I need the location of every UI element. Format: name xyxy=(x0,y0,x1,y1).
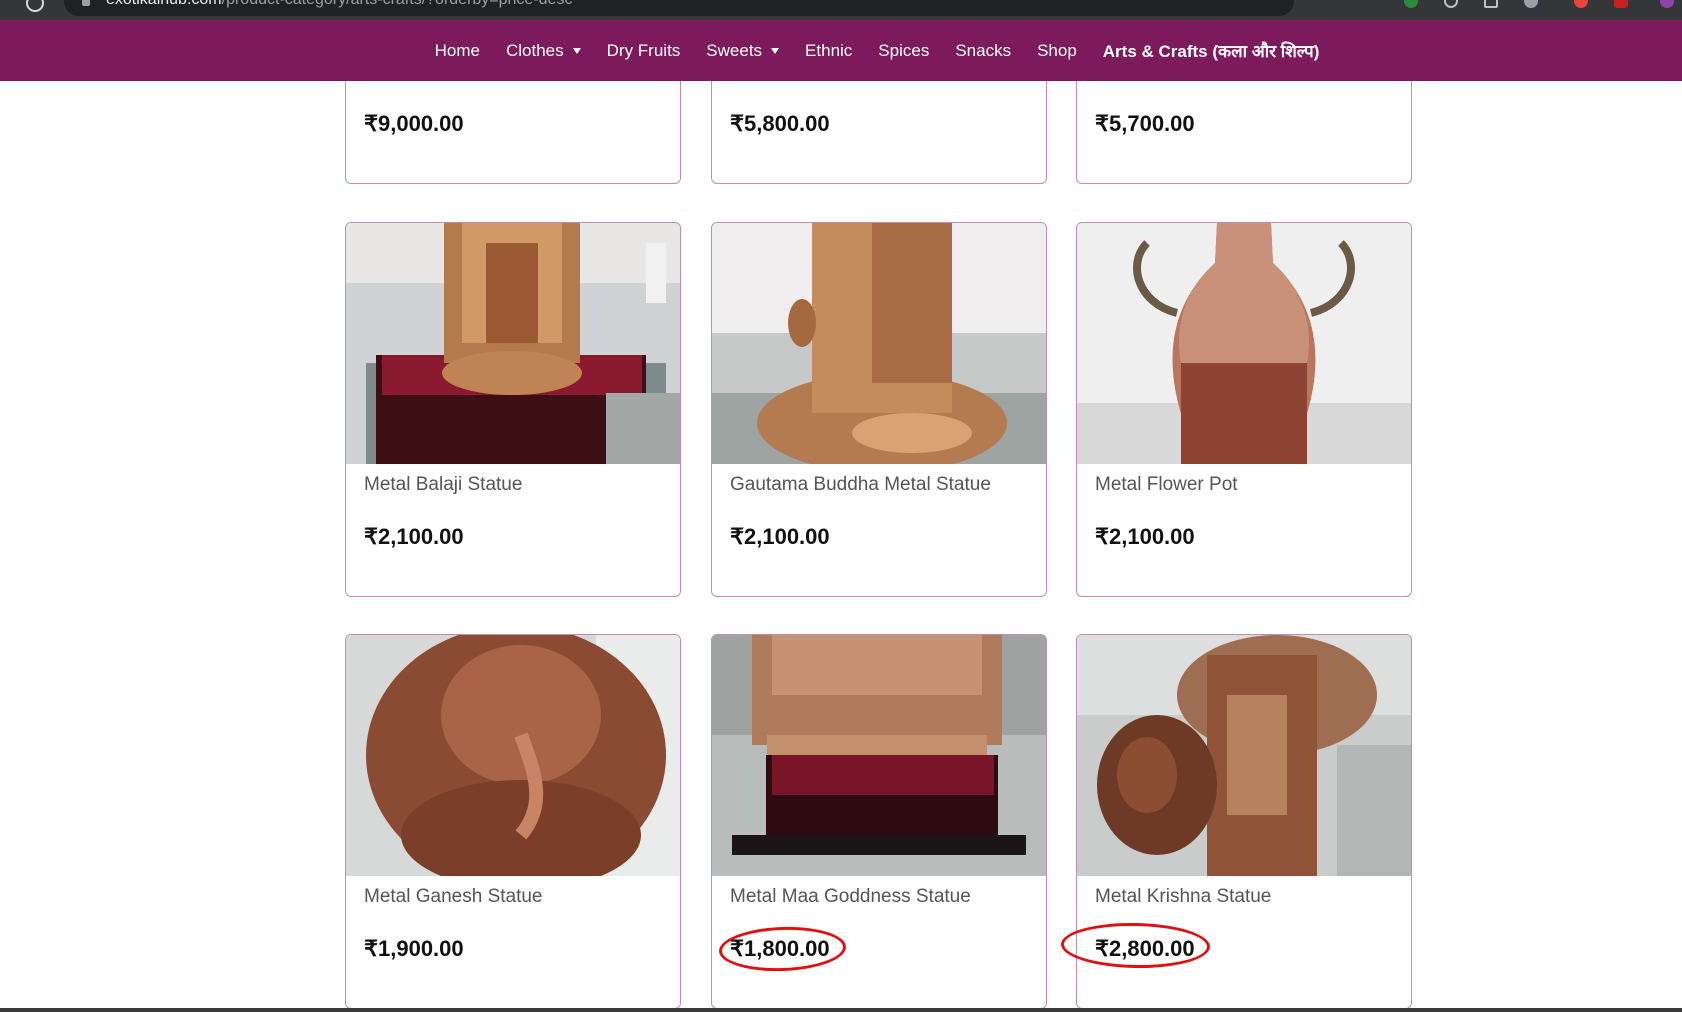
nav-item-clothes[interactable]: Clothes xyxy=(493,41,594,61)
extension-icon[interactable] xyxy=(1404,0,1418,8)
product-image-balaji[interactable] xyxy=(346,223,680,464)
product-title[interactable]: Metal Ganesh Statue xyxy=(364,886,543,908)
product-price: ₹2,100.00 xyxy=(364,524,464,549)
product-image-maa-goddess[interactable] xyxy=(712,635,1046,876)
product-image-buddha[interactable] xyxy=(712,223,1046,464)
nav-item-spices[interactable]: Spices xyxy=(865,41,942,61)
product-price: ₹2,800.00 xyxy=(1095,936,1195,961)
nav-item-label: Sweets xyxy=(706,40,763,60)
product-price: ₹5,700.00 xyxy=(1095,111,1195,136)
url-path: /product-category/arts-crafts/?orderby=p… xyxy=(222,0,573,8)
product-card[interactable]: Gautama Buddha Metal Statue ₹2,100.00 xyxy=(711,222,1047,597)
nav-item-shop[interactable]: Shop xyxy=(1024,41,1090,61)
nav-item-label: Home xyxy=(434,40,480,60)
product-title[interactable]: Metal Maa Goddness Statue xyxy=(730,886,971,908)
share-icon[interactable] xyxy=(1484,0,1498,8)
search-icon[interactable] xyxy=(1444,0,1458,8)
product-card[interactable]: Metal Krishna Statue ₹2,800.00 xyxy=(1076,634,1412,1009)
extension-icon-purple[interactable] xyxy=(1660,0,1674,8)
product-price: ₹9,000.00 xyxy=(364,111,464,136)
product-card[interactable]: ₹5,800.00 xyxy=(711,81,1047,184)
product-price: ₹1,800.00 xyxy=(730,936,830,961)
url-host: exotikalhub.com xyxy=(106,0,222,8)
nav-item-dry[interactable]: Dry Fruits xyxy=(594,41,694,61)
nav-item-snacks[interactable]: Snacks xyxy=(942,41,1024,61)
browser-toolbar: exotikalhub.com/product-category/arts-cr… xyxy=(0,0,1682,20)
product-title[interactable]: Gautama Buddha Metal Statue xyxy=(730,474,991,496)
product-image-flower-pot[interactable] xyxy=(1077,223,1411,464)
nav-item-label: Ethnic xyxy=(805,40,853,60)
product-image-krishna[interactable] xyxy=(1077,635,1411,876)
product-image-ganesh[interactable] xyxy=(346,635,680,876)
nav-item-ethnic[interactable]: Ethnic xyxy=(792,41,865,61)
nav-item-label: Clothes xyxy=(505,40,564,60)
nav-item-label: Snacks xyxy=(955,40,1012,60)
product-card[interactable]: ₹9,000.00 xyxy=(345,81,681,184)
product-card[interactable]: Metal Flower Pot ₹2,100.00 xyxy=(1076,222,1412,597)
nav-item-label: Arts & Crafts (कला और शिल्प) xyxy=(1102,42,1320,61)
window-bottom-edge xyxy=(0,1008,1682,1012)
product-card[interactable]: Metal Ganesh Statue ₹1,900.00 xyxy=(345,634,681,1009)
extension-icon-red[interactable] xyxy=(1574,0,1588,8)
nav-item-arts[interactable]: Arts & Crafts (कला और शिल्प) xyxy=(1090,39,1333,62)
product-price: ₹5,800.00 xyxy=(730,111,830,136)
address-bar-url[interactable]: exotikalhub.com/product-category/arts-cr… xyxy=(106,0,572,9)
nav-item-label: Dry Fruits xyxy=(606,40,681,60)
product-title[interactable]: Metal Krishna Statue xyxy=(1095,886,1271,908)
nav-item-label: Spices xyxy=(878,40,930,60)
product-price: ₹1,900.00 xyxy=(364,936,464,961)
product-title[interactable]: Metal Balaji Statue xyxy=(364,474,522,496)
product-card[interactable]: Metal Balaji Statue ₹2,100.00 xyxy=(345,222,681,597)
product-title[interactable]: Metal Flower Pot xyxy=(1095,474,1238,496)
chevron-down-icon[interactable] xyxy=(771,47,780,54)
product-price: ₹2,100.00 xyxy=(730,524,830,549)
product-price: ₹2,100.00 xyxy=(1095,524,1195,549)
nav-item-sweets[interactable]: Sweets xyxy=(693,41,792,61)
chevron-down-icon[interactable] xyxy=(572,47,581,54)
nav-item-home[interactable]: Home xyxy=(422,41,493,61)
nav-item-label: Shop xyxy=(1037,40,1077,60)
bookmark-star-icon[interactable] xyxy=(1524,0,1538,8)
site-info-icon[interactable] xyxy=(82,0,90,6)
main-navigation: Home Clothes Dry Fruits Sweets Ethnic Spices S… xyxy=(0,20,1682,81)
nav-menu: Home Clothes Dry Fruits Sweets Ethnic Spices S… xyxy=(36,20,1682,81)
product-card[interactable]: Metal Maa Goddness Statue ₹1,800.00 xyxy=(711,634,1047,1009)
extension-icon-badge[interactable] xyxy=(1614,0,1628,8)
reload-icon[interactable] xyxy=(26,0,44,12)
product-card[interactable]: ₹5,700.00 xyxy=(1076,81,1412,184)
